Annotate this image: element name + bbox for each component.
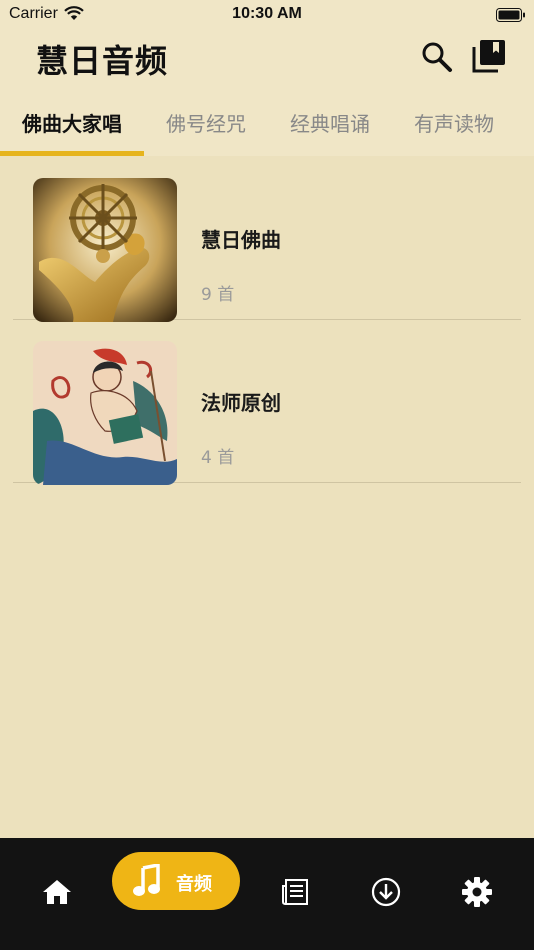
bottom-tab-bar: 音频 xyxy=(0,838,534,950)
battery-icon xyxy=(496,7,526,26)
clock: 10:30 AM xyxy=(232,5,302,22)
page-title: 慧日音频 xyxy=(36,42,169,80)
library-icon xyxy=(472,40,505,73)
album-title: 法师原创 xyxy=(201,391,281,415)
list-item[interactable]: 法师原创 4 首 xyxy=(13,319,521,485)
search-icon xyxy=(422,42,452,72)
news-icon xyxy=(282,879,308,905)
album-cover-image xyxy=(33,178,177,322)
nav-downloads[interactable] xyxy=(356,862,416,922)
tab-jingdian-changsong[interactable]: 经典唱诵 xyxy=(290,108,370,137)
album-title: 慧日佛曲 xyxy=(201,228,281,252)
nav-home[interactable] xyxy=(27,862,87,922)
app-header: 慧日音频 佛曲大家唱 佛号经咒 经典唱诵 有声读物 xyxy=(0,28,534,156)
nav-articles[interactable] xyxy=(265,862,325,922)
gear-icon xyxy=(462,877,492,907)
tab-fuqu-dajiachang[interactable]: 佛曲大家唱 xyxy=(22,108,122,137)
tab-fohao-jingzhou[interactable]: 佛号经咒 xyxy=(166,108,246,137)
track-count: 9 首 xyxy=(201,285,235,305)
status-bar: Carrier 10:30 AM xyxy=(0,0,534,28)
nav-audio-label: 音频 xyxy=(176,874,212,895)
album-cover-image xyxy=(33,341,177,485)
library-button[interactable] xyxy=(471,38,507,74)
nav-audio[interactable]: 音频 xyxy=(112,852,240,910)
download-icon xyxy=(371,877,401,907)
list-item[interactable]: 慧日佛曲 9 首 xyxy=(13,156,521,322)
nav-settings[interactable] xyxy=(447,862,507,922)
search-button[interactable] xyxy=(420,40,454,74)
tab-yousheng-duwu[interactable]: 有声读物 xyxy=(414,108,494,137)
category-tabs: 佛曲大家唱 佛号经咒 经典唱诵 有声读物 xyxy=(0,104,534,156)
track-count: 4 首 xyxy=(201,448,235,468)
music-note-icon xyxy=(132,862,162,902)
home-icon xyxy=(43,880,71,904)
